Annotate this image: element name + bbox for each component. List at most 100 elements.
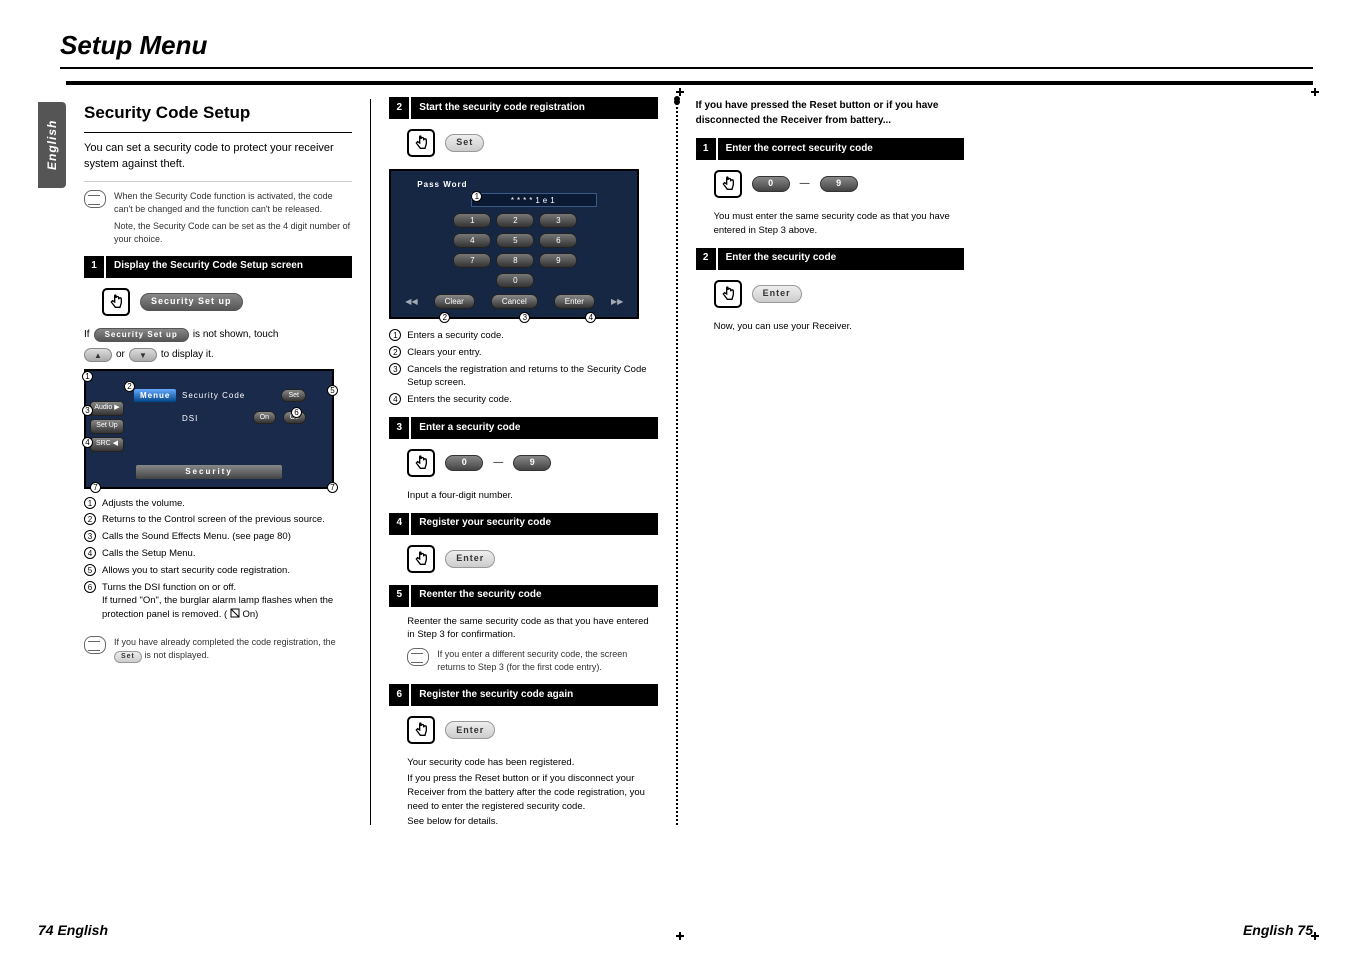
- step-header: 2 Enter the security code: [696, 248, 964, 270]
- body-text: Now, you can use your Receiver.: [714, 320, 964, 334]
- callout-2: 2: [124, 381, 135, 392]
- key-1[interactable]: 1: [453, 213, 491, 228]
- screen-setup-button[interactable]: Set Up: [90, 419, 124, 434]
- screen-set-button[interactable]: Set: [281, 389, 306, 402]
- key-3[interactable]: 3: [539, 213, 577, 228]
- step-header: 5 Reenter the security code: [389, 585, 657, 607]
- security-setup-button[interactable]: Security Set up: [140, 293, 243, 311]
- step-number: 1: [696, 138, 718, 160]
- step-title: Reenter the security code: [411, 585, 657, 607]
- key-8[interactable]: 8: [496, 253, 534, 268]
- touch-icon: [714, 280, 742, 308]
- key-4[interactable]: 4: [453, 233, 491, 248]
- note-text: Note, the Security Code can be set as th…: [114, 220, 352, 246]
- digit-0-key[interactable]: 0: [445, 455, 483, 471]
- list-item: Adjusts the volume.: [102, 497, 185, 511]
- touch-icon: [714, 170, 742, 198]
- numeric-keypad: 1 2 3 4 5 6 7 8 9 0: [453, 213, 577, 288]
- divider: [84, 181, 352, 182]
- digit-9-key[interactable]: 9: [513, 455, 551, 471]
- passwd-label: Pass Word: [417, 179, 467, 191]
- cancel-button[interactable]: Cancel: [491, 294, 538, 309]
- note-text: When the Security Code function is activ…: [114, 190, 352, 216]
- clear-button[interactable]: Clear: [434, 294, 475, 309]
- security-setup-button-small[interactable]: Security Set up: [94, 328, 189, 342]
- column-4-blank: [982, 85, 1313, 839]
- screen-menu-chip: Menue: [134, 389, 176, 403]
- column-1: Security Code Setup You can set a securi…: [66, 85, 370, 839]
- callout-3: 3: [519, 312, 530, 323]
- screen-label: DSI: [182, 413, 198, 425]
- enter-button[interactable]: Enter: [445, 550, 495, 568]
- section-title: Security Code Setup: [84, 101, 352, 126]
- step-header: 1 Enter the correct security code: [696, 138, 964, 160]
- list-item: Clears your entry.: [407, 346, 481, 360]
- divider: [84, 132, 352, 133]
- touch-instruction: Enter: [714, 280, 964, 308]
- screen-src-button[interactable]: SRC ◀: [90, 437, 124, 452]
- key-7[interactable]: 7: [453, 253, 491, 268]
- screen-on-button[interactable]: On: [253, 411, 276, 424]
- step-title: Enter the correct security code: [718, 138, 964, 160]
- callout-list: 1Enters a security code. 2Clears your en…: [389, 329, 657, 407]
- screen-mock-security: Audio ▶ Set Up SRC ◀ Menue Security Code…: [84, 369, 334, 489]
- list-item: Enters the security code.: [407, 393, 512, 407]
- note-block: If you enter a different security code, …: [407, 648, 657, 674]
- callout-list: 1Adjusts the volume. 2Returns to the Con…: [84, 497, 352, 622]
- note-text: If you have already completed the code r…: [114, 636, 352, 663]
- key-2[interactable]: 2: [496, 213, 534, 228]
- touch-instruction: Set: [407, 129, 657, 157]
- step-title: Enter the security code: [718, 248, 964, 270]
- step-title: Register your security code: [411, 513, 657, 535]
- screen-footer: Security: [136, 465, 282, 479]
- step-number: 6: [389, 684, 411, 706]
- arrow-up-button[interactable]: ▲: [84, 348, 112, 362]
- text: or: [116, 348, 125, 363]
- digit-9-key[interactable]: 9: [820, 176, 858, 192]
- list-item: Calls the Setup Menu.: [102, 547, 195, 561]
- body-text: Your security code has been registered.: [407, 756, 657, 770]
- screen-label: Security Code: [182, 390, 245, 402]
- screen-audio-button[interactable]: Audio ▶: [90, 401, 124, 416]
- enter-button[interactable]: Enter: [554, 294, 595, 309]
- lead-text: If you have pressed the Reset button or …: [696, 99, 964, 128]
- touch-instruction: 0 — 9: [714, 170, 964, 198]
- key-0[interactable]: 0: [496, 273, 534, 288]
- note-block: When the Security Code function is activ…: [84, 190, 352, 246]
- list-item: Returns to the Control screen of the pre…: [102, 513, 325, 527]
- note-icon: [407, 648, 429, 666]
- enter-button[interactable]: Enter: [445, 721, 495, 739]
- key-5[interactable]: 5: [496, 233, 534, 248]
- touch-icon: [407, 449, 435, 477]
- touch-instruction: Enter: [407, 716, 657, 744]
- dash: —: [493, 456, 503, 471]
- hint-text: Input a four-digit number.: [407, 489, 657, 503]
- text: is not shown, touch: [193, 328, 279, 343]
- enter-button[interactable]: Enter: [752, 285, 802, 303]
- conditional-text: ▲ or ▼ to display it.: [84, 348, 352, 363]
- note-icon: [84, 190, 106, 208]
- list-item: Enters a security code.: [407, 329, 504, 343]
- key-6[interactable]: 6: [539, 233, 577, 248]
- list-item: Allows you to start security code regist…: [102, 564, 290, 578]
- body-text: See below for details.: [407, 815, 657, 829]
- set-button[interactable]: Set: [445, 134, 484, 152]
- step-header: 1 Display the Security Code Setup screen: [84, 256, 352, 278]
- step-title: Enter a security code: [411, 417, 657, 439]
- touch-icon: [102, 288, 130, 316]
- dash: —: [800, 177, 810, 192]
- callout-7b: 7: [327, 482, 338, 493]
- touch-instruction: 0 — 9: [407, 449, 657, 477]
- passwd-entry: ****1e1: [471, 193, 597, 207]
- step-header: 6 Register the security code again: [389, 684, 657, 706]
- digit-0-key[interactable]: 0: [752, 176, 790, 192]
- set-chip: Set: [114, 651, 142, 663]
- arrow-down-button[interactable]: ▼: [129, 348, 157, 362]
- key-9[interactable]: 9: [539, 253, 577, 268]
- step-number: 4: [389, 513, 411, 535]
- touch-instruction: Security Set up: [102, 288, 352, 316]
- touch-icon: [407, 129, 435, 157]
- list-item: Cancels the registration and returns to …: [407, 363, 657, 391]
- intro-text: You can set a security code to protect y…: [84, 141, 352, 173]
- callout-1: 1: [82, 371, 93, 382]
